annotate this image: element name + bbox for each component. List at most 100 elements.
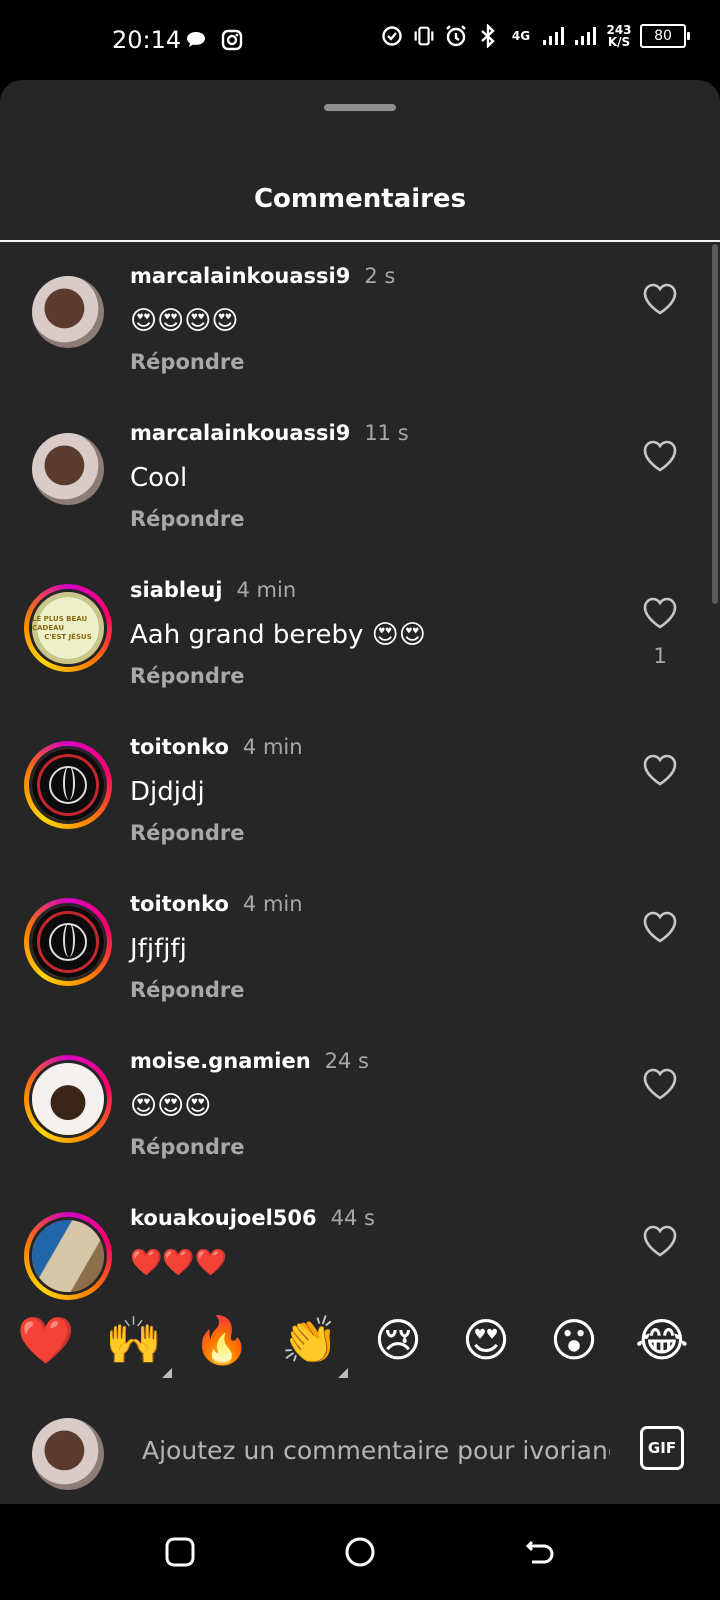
comment-username[interactable]: toitonko — [130, 735, 229, 759]
network-speed-unit: K/S — [607, 35, 631, 49]
emoji-wow-button[interactable]: 😮 — [542, 1308, 606, 1372]
signal-strength-icon — [542, 24, 566, 48]
avatar-text: LE PLUS BEAU CADEAU — [32, 614, 88, 632]
avatar — [29, 1060, 107, 1138]
comments-list[interactable]: marcalainkouassi9 2 s 😍😍😍😍 Répondre marca… — [0, 242, 720, 1378]
chat-bubble-icon — [184, 28, 208, 52]
heart-outline-icon[interactable] — [642, 1067, 678, 1101]
network-speed: 243 K/S — [606, 24, 632, 48]
comment-username[interactable]: kouakoujoel506 — [130, 1206, 317, 1230]
emoji-glyph: 👏 — [281, 1313, 339, 1367]
gif-button[interactable]: GIF — [640, 1426, 684, 1470]
emoji-fire-button[interactable]: 🔥 — [190, 1308, 254, 1372]
comment-username[interactable]: siableuj — [130, 578, 223, 602]
bluetooth-icon — [476, 24, 500, 48]
story-ring[interactable]: LE PLUS BEAU CADEAU C'EST JÉSUS — [24, 584, 112, 672]
avatar — [29, 1217, 107, 1295]
emoji-laugh-button[interactable]: 😂 — [630, 1308, 694, 1372]
comment-header: siableuj 4 min — [130, 578, 296, 602]
story-ring[interactable] — [24, 1055, 112, 1143]
avatar[interactable] — [32, 276, 104, 348]
story-ring[interactable] — [24, 898, 112, 986]
comment-header: toitonko 4 min — [130, 735, 303, 759]
back-icon[interactable] — [520, 1532, 560, 1572]
instagram-icon — [220, 28, 244, 52]
avatar-text: C'EST JÉSUS — [44, 632, 92, 641]
story-ring[interactable] — [24, 1212, 112, 1300]
data-saver-icon — [380, 24, 404, 48]
comment-item: LE PLUS BEAU CADEAU C'EST JÉSUS siableuj… — [0, 556, 720, 716]
globe-icon — [49, 923, 87, 961]
reply-button[interactable]: Répondre — [130, 1135, 244, 1159]
comment-text: Djdjdj — [130, 777, 205, 807]
heart-outline-icon[interactable] — [642, 1224, 678, 1258]
comment-time: 4 min — [242, 892, 303, 916]
sheet-title: Commentaires — [253, 184, 467, 214]
emoji-heart-eyes-button[interactable]: 😍 — [454, 1308, 518, 1372]
comment-text: Cool — [130, 463, 188, 493]
comment-composer: GIF — [0, 1394, 720, 1504]
emoji-reaction-bar: ❤️ 🙌 🔥 👏 😢 😍 😮 😂 — [0, 1298, 720, 1398]
comment-header: marcalainkouassi9 2 s — [130, 264, 395, 288]
battery-level: 80 — [654, 28, 672, 44]
comment-item: toitonko 4 min Jfjfjfj Répondre — [0, 870, 720, 1030]
avatar[interactable] — [32, 433, 104, 505]
comment-username[interactable]: moise.gnamien — [130, 1049, 311, 1073]
emoji-heart-button[interactable]: ❤️ — [14, 1308, 78, 1372]
status-time: 20:14 — [112, 26, 182, 54]
globe-icon — [49, 766, 87, 804]
comment-item: marcalainkouassi9 11 s Cool Répondre — [0, 399, 720, 559]
emoji-clap-button[interactable]: 👏 — [278, 1308, 348, 1378]
more-variants-icon — [162, 1368, 172, 1378]
comment-header: toitonko 4 min — [130, 892, 303, 916]
notification-icons — [184, 28, 244, 52]
drag-handle[interactable] — [324, 104, 396, 111]
status-bar: 20:14 4G 243 K/S 80 — [0, 0, 720, 80]
comment-time: 24 s — [324, 1049, 369, 1073]
comment-text: 😍😍😍 — [130, 1091, 212, 1121]
emoji-cry-button[interactable]: 😢 — [366, 1308, 430, 1372]
like-count[interactable]: 1 — [642, 644, 678, 668]
reply-button[interactable]: Répondre — [130, 978, 244, 1002]
story-ring[interactable] — [24, 741, 112, 829]
vibrate-icon — [412, 24, 436, 48]
system-icons: 4G 243 K/S 80 — [380, 24, 690, 48]
comment-time: 44 s — [330, 1206, 375, 1230]
heart-outline-icon[interactable] — [642, 753, 678, 787]
reply-button[interactable]: Répondre — [130, 507, 244, 531]
recent-apps-icon[interactable] — [160, 1532, 200, 1572]
comment-text: 😍😍😍😍 — [130, 306, 239, 336]
home-icon[interactable] — [340, 1532, 380, 1572]
comment-time: 4 min — [242, 735, 303, 759]
comment-username[interactable]: toitonko — [130, 892, 229, 916]
battery-icon: 80 — [640, 24, 690, 48]
comment-username[interactable]: marcalainkouassi9 — [130, 421, 350, 445]
emoji-glyph: 🙌 — [105, 1313, 163, 1367]
alarm-icon — [444, 24, 468, 48]
comment-username[interactable]: marcalainkouassi9 — [130, 264, 350, 288]
comment-text: Aah grand bereby 😍😍 — [130, 620, 426, 650]
heart-outline-icon[interactable] — [642, 439, 678, 473]
heart-outline-icon[interactable] — [642, 596, 678, 630]
avatar — [29, 903, 107, 981]
comment-header: marcalainkouassi9 11 s — [130, 421, 409, 445]
comment-time: 11 s — [364, 421, 409, 445]
comments-sheet: Commentaires marcalainkouassi9 2 s 😍😍😍😍 R… — [0, 80, 720, 1504]
comment-header: moise.gnamien 24 s — [130, 1049, 369, 1073]
emoji-raised-hands-button[interactable]: 🙌 — [102, 1308, 172, 1378]
comment-input[interactable] — [142, 1430, 610, 1470]
reply-button[interactable]: Répondre — [130, 664, 244, 688]
comment-text: Jfjfjfj — [130, 934, 187, 964]
reply-button[interactable]: Répondre — [130, 821, 244, 845]
avatar: LE PLUS BEAU CADEAU C'EST JÉSUS — [29, 589, 107, 667]
comment-text: ❤️❤️❤️ — [130, 1248, 228, 1278]
comment-item: moise.gnamien 24 s 😍😍😍 Répondre — [0, 1027, 720, 1187]
comment-header: kouakoujoel506 44 s — [130, 1206, 375, 1230]
heart-outline-icon[interactable] — [642, 910, 678, 944]
reply-button[interactable]: Répondre — [130, 350, 244, 374]
network-type-label: 4G — [511, 29, 531, 43]
more-variants-icon — [338, 1368, 348, 1378]
heart-outline-icon[interactable] — [642, 282, 678, 316]
comment-item: toitonko 4 min Djdjdj Répondre — [0, 713, 720, 873]
system-nav-bar — [0, 1504, 720, 1600]
